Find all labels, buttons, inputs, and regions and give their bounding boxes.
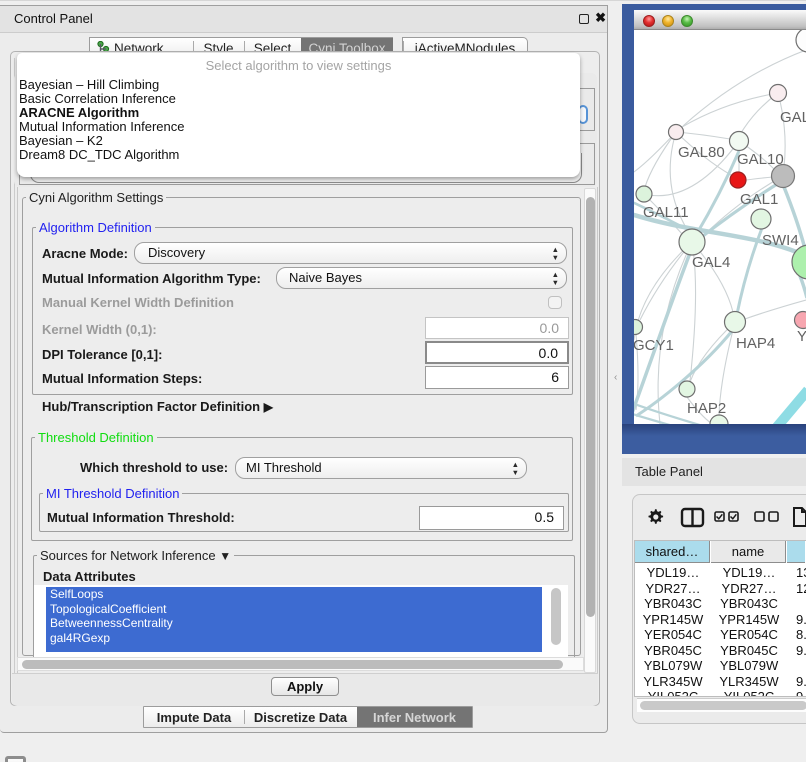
svg-text:GAL11: GAL11 xyxy=(643,204,689,221)
svg-text:SWI4: SWI4 xyxy=(762,232,799,249)
svg-text:GCY1: GCY1 xyxy=(634,337,674,354)
svg-text:Y: Y xyxy=(797,328,806,345)
svg-text:GAL80: GAL80 xyxy=(678,144,725,161)
svg-text:GAL10: GAL10 xyxy=(737,151,784,168)
svg-text:GAL7: GAL7 xyxy=(780,109,806,126)
svg-text:GAL4: GAL4 xyxy=(692,254,730,271)
svg-text:HAP4: HAP4 xyxy=(736,335,775,352)
svg-text:HAP2: HAP2 xyxy=(687,400,726,417)
svg-text:GAL1: GAL1 xyxy=(740,191,778,208)
